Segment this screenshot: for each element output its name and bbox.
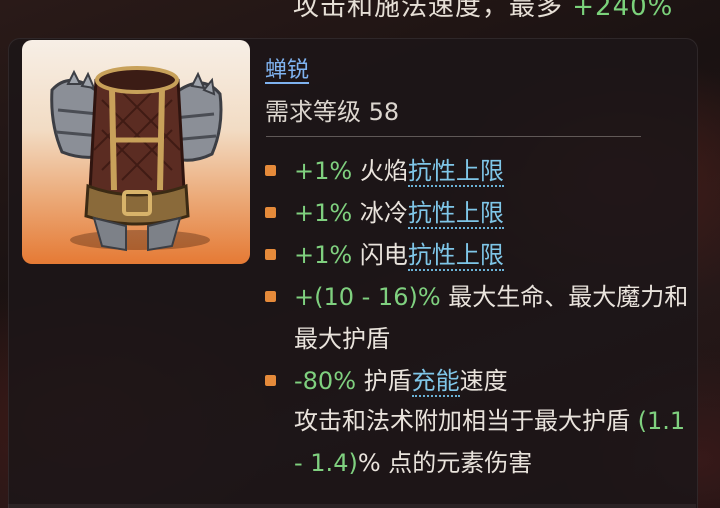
mod-text: 护盾 (356, 367, 412, 395)
previous-tooltip-fragment: 攻击和施法速度，最多 +240% (0, 0, 720, 36)
mod-text: 闪电 (352, 241, 408, 269)
keyword-resistance-cap[interactable]: 抗性上限 (407, 199, 504, 229)
mod-value: +1% (294, 199, 353, 227)
extra-mod-prefix: 攻击和法术附加相当于最大护盾 (294, 407, 638, 435)
bullet-icon (265, 375, 276, 386)
keyword-recharge[interactable]: 充能 (411, 367, 460, 397)
mod-shield-recharge: -80% 护盾充能速度 (262, 360, 692, 402)
chest-armor-icon (50, 66, 223, 252)
extra-mod-description: 攻击和法术附加相当于最大护盾 (1.1 - 1.4)% 点的元素伤害 (294, 400, 694, 484)
mod-value: -80% (294, 367, 357, 395)
bullet-icon (265, 249, 276, 260)
mod-lightning-resistance: +1% 闪电抗性上限 (262, 234, 692, 276)
mod-value: +(10 - 16)% (294, 283, 441, 311)
extra-mod-suffix: % 点的元素伤害 (357, 449, 533, 477)
bullet-icon (265, 207, 276, 218)
bullet-icon (265, 291, 276, 302)
mod-max-life-mana-shield: +(10 - 16)% 最大生命、最大魔力和最大护盾 (262, 276, 692, 360)
required-level: 需求等级 58 (265, 98, 400, 126)
bullet-icon (265, 165, 276, 176)
keyword-resistance-cap[interactable]: 抗性上限 (407, 157, 504, 187)
item-name-link[interactable]: 蝉锐 (265, 52, 309, 84)
mod-list: +1% 火焰抗性上限 +1% 冰冷抗性上限 +1% 闪电抗性上限 +(10 - … (262, 150, 692, 402)
item-thumbnail[interactable] (22, 40, 250, 264)
mod-value: +1% (294, 157, 353, 185)
mod-cold-resistance: +1% 冰冷抗性上限 (262, 192, 692, 234)
game-screen: 攻击和施法速度，最多 +240% 蝉锐 需求等级 58 +1% 火焰抗性上限 +… (0, 0, 720, 508)
mod-fire-resistance: +1% 火焰抗性上限 (262, 150, 692, 192)
mod-suffix: 速度 (459, 367, 508, 395)
previous-mod-value: +240% (572, 0, 674, 22)
divider (266, 136, 641, 137)
card-bottom-edge (8, 504, 696, 508)
mod-text: 火焰 (352, 157, 408, 185)
mod-value: +1% (294, 241, 353, 269)
keyword-resistance-cap[interactable]: 抗性上限 (407, 241, 504, 271)
mod-text: 冰冷 (352, 199, 408, 227)
previous-mod-text: 攻击和施法速度，最多 (293, 0, 573, 22)
